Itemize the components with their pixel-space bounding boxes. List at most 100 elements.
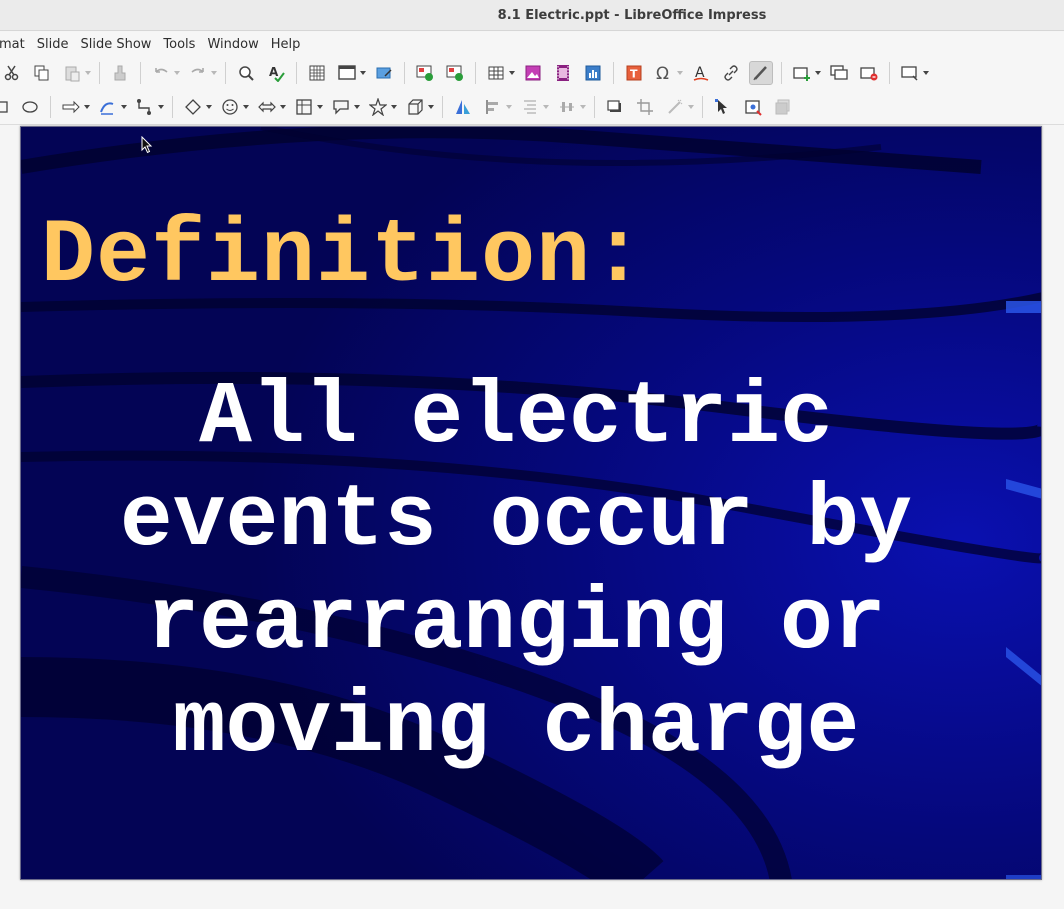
menu-window[interactable]: Window (201, 37, 264, 52)
special-character-dropdown[interactable] (675, 61, 684, 85)
duplicate-slide-icon[interactable] (827, 61, 851, 85)
menu-help[interactable]: Help (265, 37, 307, 52)
drawing-toolbar (0, 90, 1064, 125)
body-line: rearranging or (146, 575, 886, 674)
align-objects-dropdown[interactable] (504, 95, 513, 119)
copy-icon[interactable] (30, 61, 54, 85)
separator (99, 62, 100, 84)
flowchart-icon[interactable] (292, 95, 316, 119)
undo-dropdown[interactable] (172, 61, 181, 85)
paste-icon[interactable] (60, 61, 84, 85)
chart-icon[interactable] (581, 61, 605, 85)
symbol-shapes-icon[interactable] (218, 95, 242, 119)
cut-icon[interactable] (0, 61, 24, 85)
glue-points-icon[interactable] (741, 95, 765, 119)
points-icon[interactable] (711, 95, 735, 119)
curve-icon[interactable] (96, 95, 120, 119)
freeform-line-icon[interactable] (749, 61, 773, 85)
window-titlebar: 8.1 Electric.ppt - LibreOffice Impress (0, 0, 1064, 31)
separator (613, 62, 614, 84)
line-arrow-icon[interactable] (59, 95, 83, 119)
distribute-dropdown[interactable] (578, 95, 587, 119)
separator (889, 62, 890, 84)
block-arrows-dropdown[interactable] (278, 95, 287, 119)
shadow-icon[interactable] (603, 95, 627, 119)
3d-objects-dropdown[interactable] (426, 95, 435, 119)
basic-shapes-icon[interactable] (181, 95, 205, 119)
separator (50, 96, 51, 118)
menu-slide[interactable]: Slide (31, 37, 75, 52)
new-slide-dropdown[interactable] (813, 61, 822, 85)
image-icon[interactable] (521, 61, 545, 85)
slide-body-text[interactable]: All electric events occur by rearranging… (81, 367, 951, 779)
basic-shapes-dropdown[interactable] (204, 95, 213, 119)
block-arrows-icon[interactable] (255, 95, 279, 119)
text-box-icon[interactable]: T (622, 61, 646, 85)
line-arrow-dropdown[interactable] (82, 95, 91, 119)
separator (781, 62, 782, 84)
ellipse-icon[interactable] (18, 95, 42, 119)
body-line: All electric (199, 369, 833, 468)
separator (442, 96, 443, 118)
display-views-dropdown[interactable] (358, 61, 367, 85)
filter-icon[interactable] (663, 95, 687, 119)
menu-format[interactable]: mat (0, 37, 31, 52)
arrange-icon[interactable] (518, 95, 542, 119)
media-icon[interactable] (551, 61, 575, 85)
special-character-icon[interactable]: Ω (652, 61, 676, 85)
slide-title[interactable]: Definition: (41, 207, 741, 307)
stars-icon[interactable] (366, 95, 390, 119)
toggle-extrusion-icon[interactable] (771, 95, 795, 119)
clone-formatting-icon[interactable] (108, 61, 132, 85)
arrange-dropdown[interactable] (541, 95, 550, 119)
svg-text:Ω: Ω (656, 64, 669, 82)
separator (140, 62, 141, 84)
connector-dropdown[interactable] (156, 95, 165, 119)
callout-shapes-icon[interactable] (329, 95, 353, 119)
menu-tools[interactable]: Tools (157, 37, 201, 52)
symbol-shapes-dropdown[interactable] (241, 95, 250, 119)
separator (475, 62, 476, 84)
delete-slide-icon[interactable] (857, 61, 881, 85)
crop-icon[interactable] (633, 95, 657, 119)
transformations-icon[interactable] (451, 95, 475, 119)
svg-text:T: T (630, 68, 638, 81)
3d-objects-icon[interactable] (403, 95, 427, 119)
redo-icon[interactable] (186, 61, 210, 85)
stars-dropdown[interactable] (389, 95, 398, 119)
table-dropdown[interactable] (507, 61, 516, 85)
body-line: events occur by (119, 472, 913, 571)
callout-shapes-dropdown[interactable] (352, 95, 361, 119)
master-slide-icon[interactable] (372, 61, 396, 85)
slide-canvas[interactable]: Definition: All electric events occur by… (20, 126, 1042, 880)
slide-layout-icon[interactable] (898, 61, 922, 85)
new-slide-icon[interactable] (790, 61, 814, 85)
start-current-slide-icon[interactable] (443, 61, 467, 85)
menu-bar: mat Slide Slide Show Tools Window Help (0, 32, 1064, 56)
mouse-pointer-icon (141, 136, 153, 154)
table-icon[interactable] (484, 61, 508, 85)
spelling-icon[interactable]: A (264, 61, 288, 85)
paste-dropdown[interactable] (83, 61, 92, 85)
hyperlink-icon[interactable] (719, 61, 743, 85)
start-first-slide-icon[interactable] (413, 61, 437, 85)
curve-dropdown[interactable] (119, 95, 128, 119)
undo-icon[interactable] (149, 61, 173, 85)
menu-slide-show[interactable]: Slide Show (74, 37, 157, 52)
display-views-icon[interactable] (335, 61, 359, 85)
separator (172, 96, 173, 118)
rectangle-icon[interactable] (0, 95, 12, 119)
separator (702, 96, 703, 118)
filter-dropdown[interactable] (686, 95, 695, 119)
distribute-icon[interactable] (555, 95, 579, 119)
separator (404, 62, 405, 84)
align-objects-icon[interactable] (481, 95, 505, 119)
find-replace-icon[interactable] (234, 61, 258, 85)
separator (225, 62, 226, 84)
connector-icon[interactable] (133, 95, 157, 119)
fontwork-icon[interactable]: A (689, 61, 713, 85)
redo-dropdown[interactable] (209, 61, 218, 85)
flowchart-dropdown[interactable] (315, 95, 324, 119)
slide-layout-dropdown[interactable] (921, 61, 930, 85)
grid-icon[interactable] (305, 61, 329, 85)
